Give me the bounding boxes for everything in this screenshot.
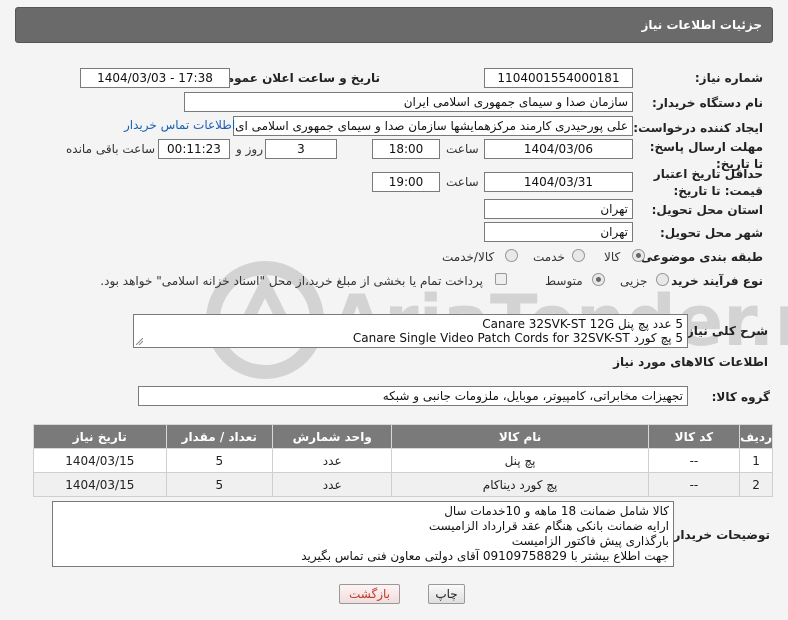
summary-label: شرح کلی نیاز: <box>682 324 768 338</box>
buyer-contact-link[interactable]: اطلاعات تماس خریدار <box>124 118 235 132</box>
province-field: تهران <box>484 199 633 219</box>
announce-label: تاریخ و ساعت اعلان عمومی: <box>209 71 380 85</box>
cell-name: پچ کورد دیناکام <box>391 472 649 497</box>
goods-group-label: گروه کالا: <box>711 390 770 404</box>
category-radio-service[interactable] <box>572 249 585 262</box>
process-option-medium: متوسط <box>545 274 583 288</box>
need-number-field: 1104001554000181 <box>484 68 633 88</box>
cell-row: 1 <box>739 448 773 473</box>
goods-group-field: تجهیزات مخابراتی، کامپیوتر، موبایل، ملزو… <box>138 386 688 406</box>
buyer-org-label: نام دستگاه خریدار: <box>652 96 763 110</box>
page-title: جزئیات اطلاعات نیاز <box>641 18 762 32</box>
category-option-both: کالا/خدمت <box>442 250 495 264</box>
category-option-goods: کالا <box>604 250 621 264</box>
process-radio-minor[interactable] <box>656 273 669 286</box>
process-radio-medium[interactable] <box>592 273 605 286</box>
col-unit: واحد شمارش <box>271 424 393 449</box>
category-label: طبقه بندی موضوعی: <box>635 250 763 264</box>
page-header: جزئیات اطلاعات نیاز <box>15 7 773 43</box>
city-field: تهران <box>484 222 633 242</box>
cell-row: 2 <box>739 472 773 497</box>
days-count-field: 3 <box>265 139 337 159</box>
category-radio-both[interactable] <box>505 249 518 262</box>
cell-date: 1404/03/15 <box>33 472 167 497</box>
validity-date-field: 1404/03/31 <box>484 172 633 192</box>
cell-code: -- <box>647 448 741 473</box>
cell-unit: عدد <box>271 448 393 473</box>
validity-time-label: ساعت <box>446 175 479 189</box>
summary-line-2: 5 پچ کورد Canare Single Video Patch Cord… <box>352 331 683 345</box>
notes-line-2: ارایه ضمانت بانکی هنگام عقد قرارداد الزا… <box>428 519 669 533</box>
notes-line-3: بارگذاری پیش فاکتور الزامیست <box>511 534 669 548</box>
deadline-time-field: 18:00 <box>372 139 440 159</box>
creator-field: علی پورحیدری کارمند مرکزهمایشها سازمان ص… <box>233 116 633 136</box>
table-row: 1 -- پچ پنل عدد 5 1404/03/15 <box>33 448 773 473</box>
notes-textarea[interactable]: کالا شامل ضمانت 18 ماهه و 10خدمات سال ار… <box>52 501 674 567</box>
remaining-label: ساعت باقی مانده <box>66 142 156 156</box>
col-code: کد کالا <box>647 424 741 449</box>
table-row: 2 -- پچ کورد دیناکام عدد 5 1404/03/15 <box>33 472 773 497</box>
validity-label: حداقل تاریخ اعتبار قیمت: تا تاریخ: <box>653 167 763 198</box>
notes-line-1: کالا شامل ضمانت 18 ماهه و 10خدمات سال <box>444 504 669 518</box>
col-name: نام کالا <box>391 424 649 449</box>
province-label: استان محل تحویل: <box>651 203 763 217</box>
payment-note: پرداخت تمام یا بخشی از مبلغ خرید،از محل … <box>100 274 483 288</box>
col-qty: تعداد / مقدار <box>165 424 273 449</box>
cell-qty: 5 <box>165 448 273 473</box>
cell-unit: عدد <box>271 472 393 497</box>
city-label: شهر محل تحویل: <box>659 226 763 240</box>
deadline-time-label: ساعت <box>446 142 479 156</box>
goods-section-title: اطلاعات کالاهای مورد نیاز <box>613 355 768 369</box>
announce-field: 1404/03/03 - 17:38 <box>80 68 230 88</box>
buyer-org-field: سازمان صدا و سیمای جمهوری اسلامی ایران <box>184 92 633 112</box>
col-row: ردیف <box>739 424 773 449</box>
notes-label: توضیحات خریدار: <box>668 528 770 542</box>
category-option-service: خدمت <box>533 250 565 264</box>
print-button[interactable]: چاپ <box>428 584 465 604</box>
goods-table-header: ردیف کد کالا نام کالا واحد شمارش تعداد /… <box>33 424 773 449</box>
summary-line-1: 5 عدد پچ پنل Canare 32SVK-ST 12G <box>482 317 683 331</box>
col-date: تاریخ نیاز <box>33 424 167 449</box>
back-button[interactable]: بازگشت <box>339 584 400 604</box>
remaining-time-field: 00:11:23 <box>158 139 230 159</box>
days-label: روز و <box>236 142 263 156</box>
summary-textarea[interactable]: 5 عدد پچ پنل Canare 32SVK-ST 12G 5 پچ کو… <box>133 314 688 348</box>
deadline-date-field: 1404/03/06 <box>484 139 633 159</box>
creator-label: ایجاد کننده درخواست: <box>633 121 763 135</box>
process-label: نوع فرآیند خرید : <box>662 274 763 288</box>
goods-table: ردیف کد کالا نام کالا واحد شمارش تعداد /… <box>33 424 773 497</box>
need-number-label: شماره نیاز: <box>694 71 763 85</box>
notes-line-4: جهت اطلاع بیشتر با 09109758829 آقای دولت… <box>301 549 669 563</box>
process-option-minor: جزیی <box>620 274 648 288</box>
validity-time-field: 19:00 <box>372 172 440 192</box>
cell-date: 1404/03/15 <box>33 448 167 473</box>
cell-qty: 5 <box>165 472 273 497</box>
category-radio-goods[interactable] <box>632 249 645 262</box>
cell-name: پچ پنل <box>391 448 649 473</box>
cell-code: -- <box>647 472 741 497</box>
resize-grip-icon[interactable] <box>136 338 143 345</box>
payment-checkbox[interactable] <box>495 273 507 285</box>
